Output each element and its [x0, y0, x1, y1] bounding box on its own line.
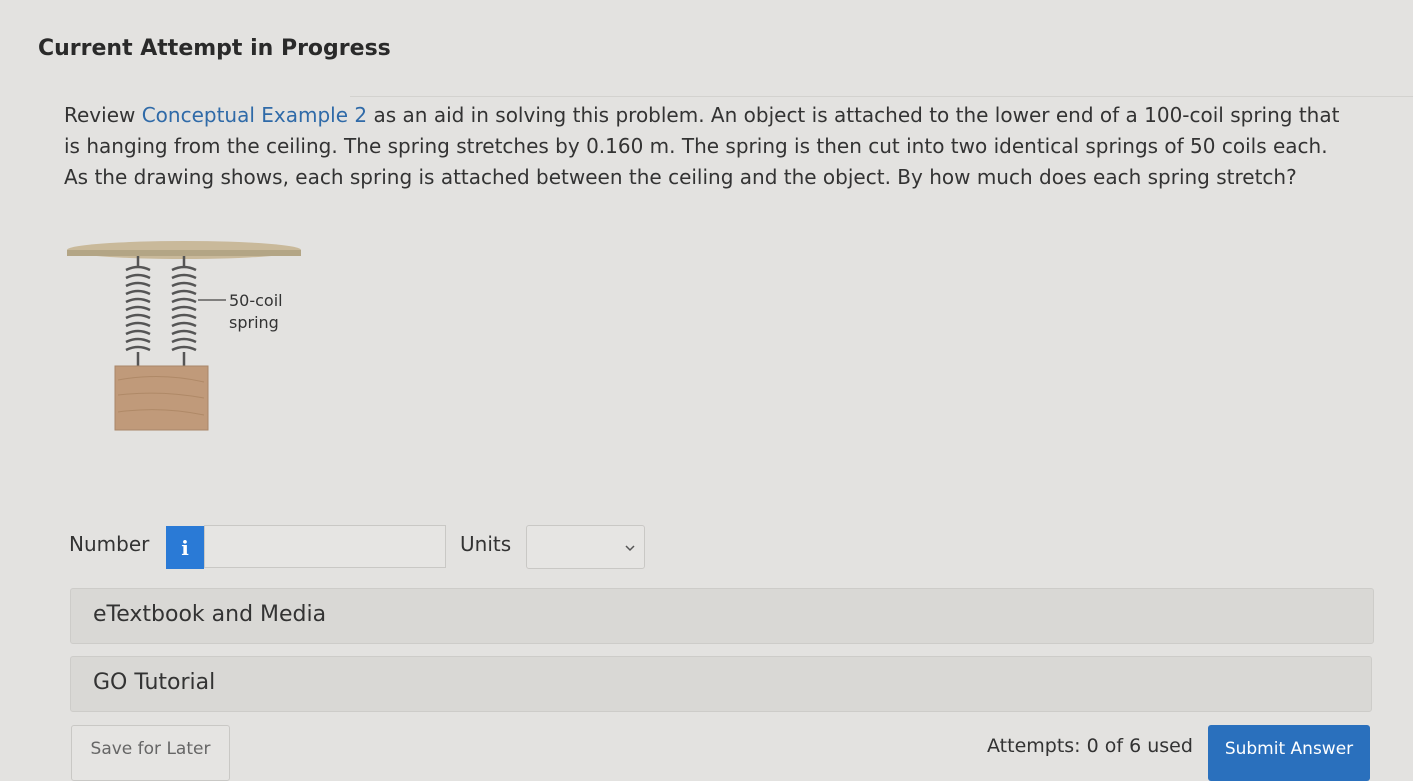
question-lead: Review: [64, 103, 142, 127]
info-icon[interactable]: i: [166, 526, 204, 569]
spring-label-line2: spring: [229, 313, 279, 332]
header-divider: [350, 96, 1413, 97]
save-for-later-button[interactable]: Save for Later: [71, 725, 230, 781]
go-tutorial-panel[interactable]: GO Tutorial: [70, 656, 1372, 712]
etextbook-media-label: eTextbook and Media: [93, 602, 327, 627]
number-label: Number: [69, 532, 150, 556]
spring-label: 50-coil spring: [229, 290, 299, 334]
spring-label-line1: 50-coil: [229, 291, 283, 310]
question-text: Review Conceptual Example 2 as an aid in…: [64, 100, 1354, 193]
submit-answer-button[interactable]: Submit Answer: [1208, 725, 1370, 781]
spring-figure: [67, 241, 301, 431]
left-spring: [125, 256, 151, 366]
conceptual-example-link[interactable]: Conceptual Example 2: [142, 103, 367, 127]
go-tutorial-label: GO Tutorial: [93, 670, 216, 695]
attempts-counter: Attempts: 0 of 6 used: [987, 735, 1193, 757]
chevron-down-icon: [625, 545, 635, 552]
units-label: Units: [460, 532, 512, 556]
units-select[interactable]: [526, 525, 645, 569]
hanging-block: [114, 365, 209, 431]
number-input[interactable]: [204, 525, 446, 568]
page-title: Current Attempt in Progress: [38, 36, 391, 61]
etextbook-media-panel[interactable]: eTextbook and Media: [70, 588, 1374, 644]
right-spring: [171, 256, 197, 366]
